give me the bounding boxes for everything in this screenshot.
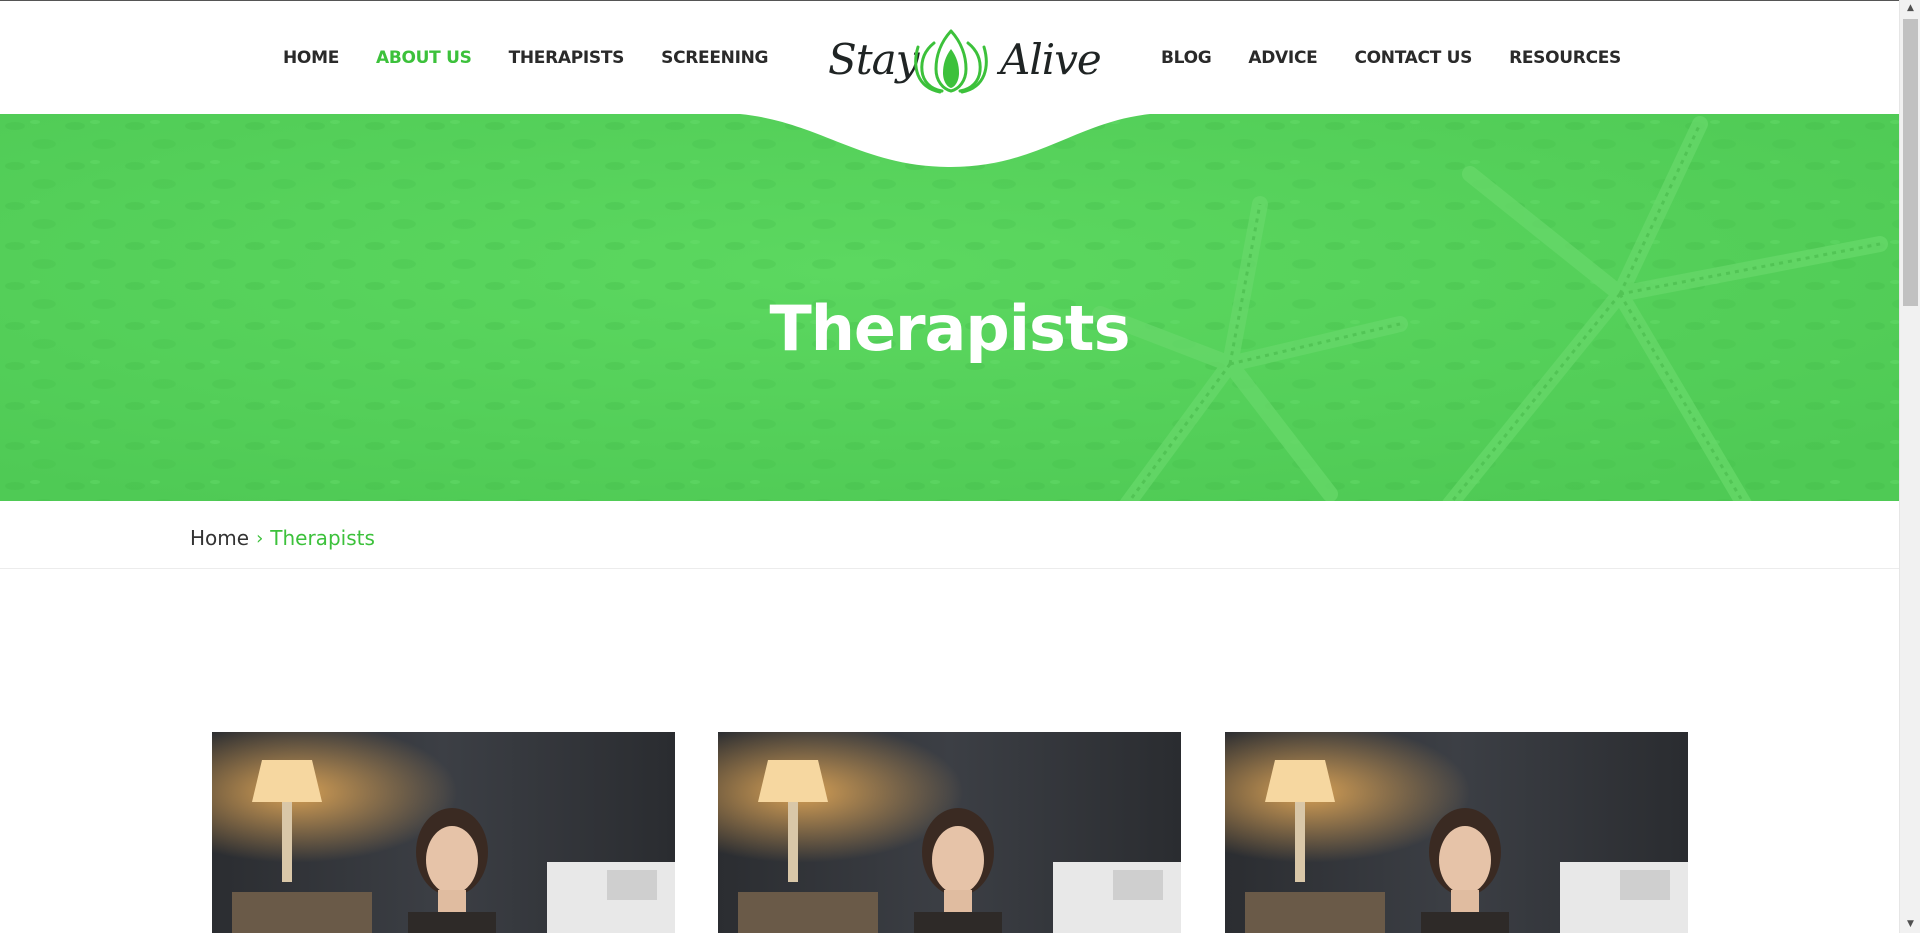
- breadcrumb-current: Therapists: [270, 526, 375, 550]
- nav-item-contact-us[interactable]: CONTACT US: [1354, 48, 1472, 68]
- chevron-right-icon: ›: [256, 527, 264, 549]
- therapist-card[interactable]: [1225, 732, 1688, 933]
- main-nav-left: HOME ABOUT US THERAPISTS SCREENING: [283, 1, 805, 114]
- site-header: HOME ABOUT US THERAPISTS SCREENING Stay …: [0, 1, 1899, 114]
- breadcrumb-divider: [0, 568, 1899, 569]
- main-nav-right: BLOG ADVICE CONTACT US RESOURCES: [1161, 1, 1658, 114]
- scroll-down-arrow-icon[interactable]: ▼: [1900, 916, 1920, 933]
- therapist-card[interactable]: [718, 732, 1181, 933]
- logo-word-right: Alive: [1000, 35, 1102, 84]
- nav-item-advice[interactable]: ADVICE: [1248, 48, 1317, 68]
- therapist-card[interactable]: [212, 732, 675, 933]
- therapist-photo: [1225, 732, 1688, 933]
- page: HOME ABOUT US THERAPISTS SCREENING Stay …: [0, 0, 1899, 933]
- scrollbar-thumb[interactable]: [1903, 19, 1918, 306]
- therapist-photo: [718, 732, 1181, 933]
- vertical-scrollbar[interactable]: ▲ ▼: [1899, 0, 1920, 933]
- logo-word-left: Stay: [828, 35, 919, 84]
- hero-banner: Therapists: [0, 114, 1899, 501]
- page-title: Therapists: [769, 292, 1131, 365]
- hero-wave-shape: [740, 114, 1150, 168]
- nav-item-screening[interactable]: SCREENING: [661, 48, 768, 68]
- nav-item-about-us[interactable]: ABOUT US: [376, 48, 472, 68]
- breadcrumb: Home › Therapists: [190, 525, 375, 551]
- lotus-icon: [914, 29, 988, 94]
- nav-item-therapists[interactable]: THERAPISTS: [509, 48, 625, 68]
- scroll-up-arrow-icon[interactable]: ▲: [1900, 0, 1920, 17]
- nav-item-home[interactable]: HOME: [283, 48, 339, 68]
- therapist-photo: [212, 732, 675, 933]
- nav-item-blog[interactable]: BLOG: [1161, 48, 1212, 68]
- nav-item-resources[interactable]: RESOURCES: [1509, 48, 1621, 68]
- breadcrumb-home-link[interactable]: Home: [190, 526, 249, 550]
- site-logo[interactable]: Stay Alive: [828, 25, 1102, 97]
